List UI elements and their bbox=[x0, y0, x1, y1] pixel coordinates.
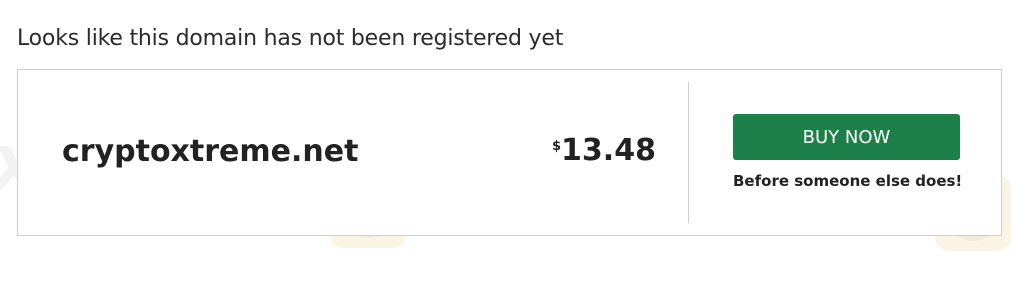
domain-price: $13.48 bbox=[552, 133, 656, 168]
card-divider bbox=[688, 82, 689, 223]
page-heading: Looks like this domain has not been regi… bbox=[17, 26, 564, 51]
price-currency: $ bbox=[552, 139, 562, 154]
domain-listing-card: cryptoxtreme.net $13.48 BUY NOW Before s… bbox=[17, 69, 1002, 236]
domain-name: cryptoxtreme.net bbox=[62, 134, 359, 169]
price-amount: 13.48 bbox=[561, 133, 656, 168]
buy-now-button[interactable]: BUY NOW bbox=[733, 114, 960, 160]
buy-tagline: Before someone else does! bbox=[733, 172, 963, 190]
